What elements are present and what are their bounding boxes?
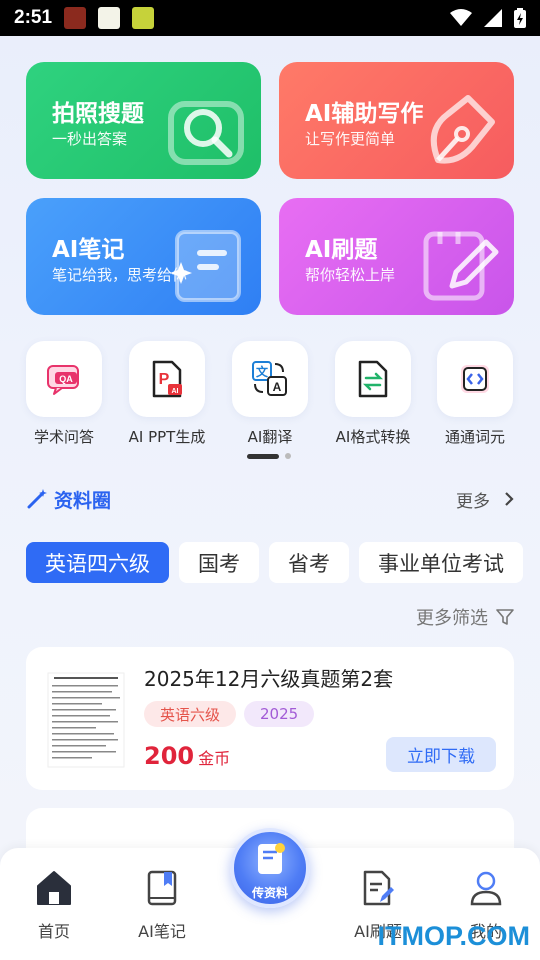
tools-row: QA 学术问答 P AI AI PPT生成 文 A AI翻译 AI格式转换 通通… xyxy=(0,341,540,451)
card-title: AI辅助写作 xyxy=(305,101,424,127)
signal-icon xyxy=(484,9,502,27)
code-bracket-icon xyxy=(461,365,489,393)
card-ai-practice[interactable]: AI刷题 帮你轻松上岸 xyxy=(279,198,514,315)
tool-icon-box: P AI xyxy=(129,341,205,417)
svg-text:文: 文 xyxy=(256,364,269,379)
camera-search-icon xyxy=(168,101,244,165)
category-tabs: 英语四六级 国考 省考 事业单位考试 xyxy=(26,542,523,583)
tool-label: AI格式转换 xyxy=(335,428,411,446)
tool-icon-box: QA xyxy=(26,341,102,417)
status-time: 2:51 xyxy=(14,7,53,28)
card-ai-writing[interactable]: AI辅助写作 让写作更简单 xyxy=(279,62,514,179)
download-button[interactable]: 立即下载 xyxy=(386,737,496,772)
tool-ai-ppt[interactable]: P AI AI PPT生成 xyxy=(117,341,217,447)
battery-icon xyxy=(514,8,526,28)
document-thumbnail xyxy=(46,671,126,769)
filter-label: 更多筛选 xyxy=(416,608,488,629)
tool-label: AI PPT生成 xyxy=(128,428,206,446)
tool-label: AI翻译 xyxy=(247,428,293,446)
magic-wand-icon xyxy=(27,489,47,509)
chevron-right-icon xyxy=(505,492,514,506)
tab-national-exam[interactable]: 国考 xyxy=(179,542,259,583)
upload-material-button[interactable]: 传资料 xyxy=(230,828,310,908)
card-subtitle: 帮你轻松上岸 xyxy=(305,266,396,284)
home-icon xyxy=(37,871,71,905)
nav-label: 首页 xyxy=(37,922,70,941)
tab-cet[interactable]: 英语四六级 xyxy=(26,542,169,583)
more-filter-button[interactable]: 更多筛选 xyxy=(416,604,514,630)
tool-ai-format-convert[interactable]: AI格式转换 xyxy=(323,341,423,447)
resource-price: 200 金币 xyxy=(144,742,230,770)
file-convert-icon xyxy=(358,360,388,398)
status-bar: 2:51 xyxy=(0,0,540,36)
more-label: 更多 xyxy=(456,491,490,512)
tool-label: 通通词元 xyxy=(444,428,505,446)
card-ai-notes[interactable]: AI笔记 笔记给我，思考给你 xyxy=(26,198,261,315)
svg-text:A: A xyxy=(273,380,282,394)
resource-card[interactable]: 2025年12月六级真题第2套 英语六级 2025 200 金币 立即下载 xyxy=(26,647,514,790)
user-icon xyxy=(470,871,502,906)
ppt-file-icon: P AI xyxy=(152,360,182,398)
tool-ai-translate[interactable]: 文 A AI翻译 xyxy=(220,341,320,447)
notification-app-icon-3 xyxy=(132,7,155,29)
watermark: ITMOP.COM xyxy=(377,921,530,951)
svg-text:AI: AI xyxy=(172,388,179,395)
card-photo-search[interactable]: 拍照搜题 一秒出答案 xyxy=(26,62,261,179)
resource-tags: 英语六级 2025 xyxy=(144,701,315,727)
section-title: 资料圈 xyxy=(54,489,112,512)
card-title: AI笔记 xyxy=(52,237,125,263)
upload-doc-icon xyxy=(258,843,285,874)
svg-text:P: P xyxy=(159,371,170,388)
qa-bubble-icon: QA xyxy=(47,365,79,395)
pager-dot-active xyxy=(247,453,279,459)
tool-token[interactable]: 通通词元 xyxy=(425,341,525,447)
pager-dot xyxy=(285,453,291,459)
svg-text:QA: QA xyxy=(59,374,73,384)
tools-pager xyxy=(247,453,291,459)
doc-edit-icon xyxy=(363,870,394,906)
tool-academic-qa[interactable]: QA 学术问答 xyxy=(14,341,114,447)
pen-nib-icon xyxy=(430,95,495,164)
price-value: 200 xyxy=(144,742,195,770)
fab-label: 传资料 xyxy=(251,886,288,900)
notification-app-icon-1 xyxy=(64,7,87,29)
notebook-icon xyxy=(170,230,241,302)
book-bookmark-icon xyxy=(147,870,177,906)
tool-icon-box: 文 A xyxy=(232,341,308,417)
tab-provincial-exam[interactable]: 省考 xyxy=(269,542,349,583)
section-header: 资料圈 更多 xyxy=(26,484,514,514)
tool-label: 学术问答 xyxy=(33,428,94,446)
card-title: AI刷题 xyxy=(305,237,378,263)
tool-icon-box xyxy=(437,341,513,417)
tab-public-institution-exam[interactable]: 事业单位考试 xyxy=(359,542,523,583)
price-unit: 金币 xyxy=(198,749,231,768)
nav-label: AI笔记 xyxy=(138,922,186,941)
nav-ai-notes[interactable]: AI笔记 xyxy=(122,868,202,942)
translate-icon: 文 A xyxy=(252,361,287,396)
tag-year: 2025 xyxy=(244,701,315,727)
pencil-paper-icon xyxy=(423,231,499,301)
funnel-icon xyxy=(496,609,514,625)
tag-exam-level: 英语六级 xyxy=(144,701,237,727)
more-link[interactable]: 更多 xyxy=(456,487,514,512)
nav-home[interactable]: 首页 xyxy=(14,868,94,942)
wifi-icon xyxy=(450,9,472,26)
notification-app-icon-2 xyxy=(98,7,121,29)
card-title: 拍照搜题 xyxy=(52,101,144,127)
tool-icon-box xyxy=(335,341,411,417)
card-subtitle: 让写作更简单 xyxy=(305,130,396,148)
resource-title: 2025年12月六级真题第2套 xyxy=(144,667,394,691)
card-subtitle: 一秒出答案 xyxy=(52,130,128,148)
